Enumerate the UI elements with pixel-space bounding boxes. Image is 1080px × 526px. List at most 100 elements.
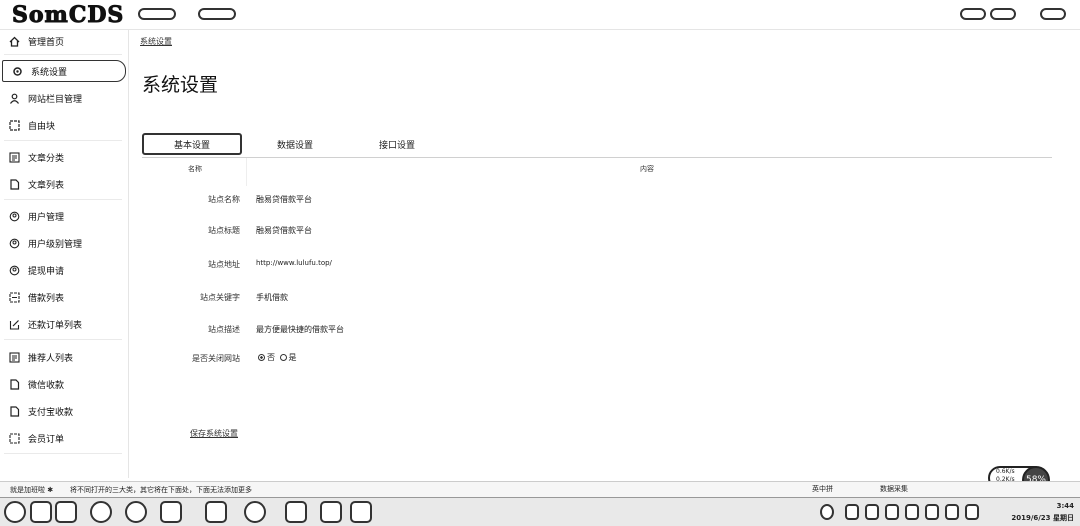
radio-yes[interactable]: [279, 354, 287, 361]
top-bar: SomCDS: [0, 0, 1080, 30]
sidebar-item-member-orders[interactable]: 会员订单: [0, 427, 124, 449]
sidebar-item-article-category[interactable]: 文章分类: [0, 146, 124, 168]
tray-icon-1[interactable]: [820, 504, 834, 520]
tray-icon-3[interactable]: [865, 504, 879, 520]
taskbar-app-icon-1[interactable]: [30, 501, 52, 523]
top-icon-2[interactable]: [990, 8, 1016, 20]
taskbar-app-icon-6[interactable]: [205, 501, 227, 523]
status-tray-text-2[interactable]: 数据采集: [880, 484, 908, 494]
tray-icon-8[interactable]: [965, 504, 979, 520]
taskbar-app-icon-2[interactable]: [55, 501, 77, 523]
list-icon: [8, 351, 20, 363]
sidebar-item-users[interactable]: 用户管理: [0, 205, 124, 227]
sidebar-item-label: 借款列表: [28, 293, 65, 304]
status-tray-text-1[interactable]: 英中拼: [812, 484, 833, 494]
taskbar-clock[interactable]: 3:44 2019/6/23 星期日: [1011, 500, 1074, 524]
field-label-description: 站点描述: [208, 325, 240, 334]
sidebar-item-article-list[interactable]: 文章列表: [0, 173, 124, 195]
sidebar-item-label: 会员订单: [28, 434, 65, 445]
field-value-site-url[interactable]: http://www.lulufu.top/: [256, 259, 332, 267]
taskbar-app-icon-3[interactable]: [90, 501, 112, 523]
list-icon: [8, 432, 20, 444]
sidebar-item-label: 自由块: [28, 121, 56, 132]
field-value-description[interactable]: 最方便最快捷的借款平台: [256, 324, 344, 335]
taskbar-app-icon-4[interactable]: [125, 501, 147, 523]
home-icon: [8, 35, 20, 47]
sidebar-item-loans[interactable]: 借款列表: [0, 286, 124, 308]
user-icon: [8, 264, 20, 276]
start-button-icon[interactable]: [4, 501, 26, 523]
field-label-site-url: 站点地址: [208, 260, 240, 269]
taskbar-app-icon-9[interactable]: [320, 501, 342, 523]
os-taskbar: 3:44 2019/6/23 星期日: [0, 497, 1080, 526]
user-icon: [8, 210, 20, 222]
top-icon-1[interactable]: [960, 8, 986, 20]
edit-icon: [8, 318, 20, 330]
sidebar: 管理首页 系统设置 网站栏目管理 自由块 文章分类 文章列表 用户管理 用户级别…: [0, 30, 129, 478]
field-value-site-title[interactable]: 融易贷借款平台: [256, 225, 312, 236]
sidebar-item-free-block[interactable]: 自由块: [0, 114, 124, 136]
document-icon: [8, 178, 20, 190]
field-label-site-name: 站点名称: [208, 195, 240, 204]
breadcrumb[interactable]: 系统设置: [140, 36, 172, 47]
divider: [4, 339, 122, 340]
sidebar-item-wechat-pay[interactable]: 微信收款: [0, 373, 124, 395]
sidebar-item-label: 支付宝收款: [28, 407, 74, 418]
tray-icon-5[interactable]: [905, 504, 919, 520]
top-nav-button-2[interactable]: [198, 8, 236, 20]
user-icon: [8, 237, 20, 249]
taskbar-app-icon-5[interactable]: [160, 501, 182, 523]
radio-no[interactable]: [258, 354, 265, 361]
tab-underline: [142, 157, 1052, 158]
sidebar-item-label: 系统设置: [31, 67, 68, 78]
status-left-text[interactable]: 就是加班啦 ✱: [10, 485, 53, 495]
document-icon: [8, 378, 20, 390]
table-header-content: 内容: [640, 165, 654, 173]
list-icon: [8, 151, 20, 163]
status-message: 将不同打开的三大类，其它将在下面处，下面无法添加更多: [70, 486, 252, 494]
sidebar-item-label: 文章列表: [28, 180, 65, 191]
sidebar-item-label: 管理首页: [28, 37, 65, 48]
clock-time: 3:44: [1056, 502, 1074, 510]
tray-icon-4[interactable]: [885, 504, 899, 520]
gear-icon: [11, 65, 23, 77]
tab-basic-settings[interactable]: 基本设置: [142, 133, 242, 155]
taskbar-app-icon-7[interactable]: [244, 501, 266, 523]
tray-icon-7[interactable]: [945, 504, 959, 520]
sidebar-item-label: 推荐人列表: [28, 353, 74, 364]
taskbar-app-icon-8[interactable]: [285, 501, 307, 523]
sidebar-item-columns[interactable]: 网站栏目管理: [0, 87, 124, 109]
tab-data-settings[interactable]: 数据设置: [270, 133, 320, 155]
close-site-radio-group: 否 是: [256, 352, 297, 363]
radio-yes-label: 是: [288, 353, 297, 362]
save-button[interactable]: 保存系统设置: [190, 428, 238, 439]
sidebar-item-withdraw[interactable]: 提现申请: [0, 259, 124, 281]
sidebar-item-label: 用户管理: [28, 212, 65, 223]
logout-icon[interactable]: [1040, 8, 1066, 20]
divider: [4, 199, 122, 200]
main-content: 系统设置 系统设置 基本设置 数据设置 接口设置 名称 内容 站点名称 融易贷借…: [130, 30, 1080, 478]
sidebar-item-home[interactable]: 管理首页: [0, 30, 124, 52]
radio-no-label: 否: [267, 353, 275, 362]
field-label-site-title: 站点标题: [208, 226, 240, 235]
field-value-site-name[interactable]: 融易贷借款平台: [256, 194, 312, 205]
sidebar-item-label: 还款订单列表: [28, 320, 83, 331]
list-icon: [8, 291, 20, 303]
field-label-keywords: 站点关键字: [200, 293, 240, 302]
sidebar-item-repay-orders[interactable]: 还款订单列表: [0, 313, 124, 335]
table-header-name: 名称: [188, 165, 202, 173]
clock-date: 2019/6/23 星期日: [1011, 514, 1074, 522]
sidebar-item-alipay[interactable]: 支付宝收款: [0, 400, 124, 422]
tray-icon-2[interactable]: [845, 504, 859, 520]
top-nav-button-1[interactable]: [138, 8, 176, 20]
taskbar-app-icon-10[interactable]: [350, 501, 372, 523]
sidebar-item-user-levels[interactable]: 用户级别管理: [0, 232, 124, 254]
sidebar-item-referrers[interactable]: 推荐人列表: [0, 346, 124, 368]
sidebar-item-settings[interactable]: 系统设置: [2, 60, 126, 82]
app-logo[interactable]: SomCDS: [11, 2, 124, 29]
field-value-keywords[interactable]: 手机借款: [256, 292, 288, 303]
page-title: 系统设置: [142, 74, 219, 96]
browser-status-bar: 就是加班啦 ✱ 将不同打开的三大类，其它将在下面处，下面无法添加更多 英中拼 数…: [0, 481, 1080, 498]
tray-icon-6[interactable]: [925, 504, 939, 520]
tab-api-settings[interactable]: 接口设置: [372, 133, 422, 155]
